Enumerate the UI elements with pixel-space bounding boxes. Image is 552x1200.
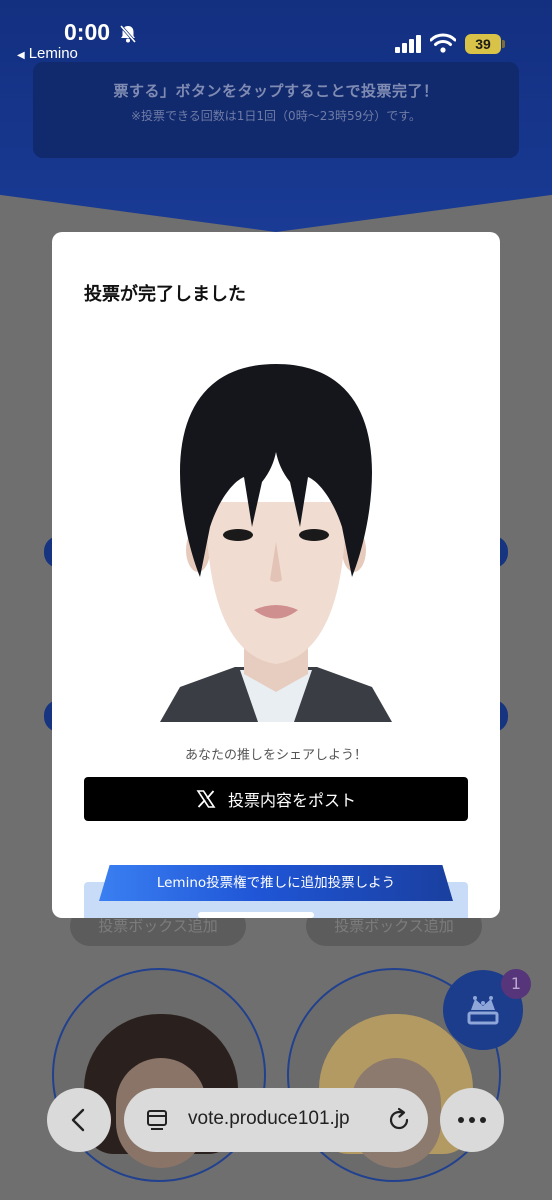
- browser-more-button[interactable]: [440, 1088, 504, 1152]
- vote-instructions-notice: 票する」ボタンをタップすることで投票完了！ ※投票できる回数は1日1回（0時〜2…: [33, 62, 519, 158]
- address-bar[interactable]: vote.produce101.jp: [124, 1088, 428, 1152]
- url-text: vote.produce101.jp: [188, 1108, 350, 1129]
- post-to-x-button[interactable]: 投票内容をポスト: [84, 777, 468, 821]
- notice-line-1: 票する」ボタンをタップすることで投票完了！: [113, 82, 439, 100]
- battery-tip: [502, 40, 505, 48]
- back-app-label: Lemino: [28, 45, 78, 62]
- wifi-icon: [430, 33, 456, 53]
- cellular-signal-icon: [395, 35, 421, 53]
- status-time: 0:00: [64, 19, 111, 45]
- x-logo-icon: [196, 790, 216, 808]
- status-bar: 0:00 ◀ Lemino 39: [0, 0, 552, 64]
- home-indicator: [198, 912, 314, 918]
- trainee-portrait: [160, 364, 392, 722]
- notice-line-2: ※投票できる回数は1日1回（0時〜23時59分）です。: [130, 109, 422, 123]
- more-icon: [458, 1117, 486, 1123]
- vote-box-count-badge: 1: [501, 969, 531, 999]
- vote-complete-modal: 投票が完了しました あなたの推しをシェアしよう！ 投票内容をポスト Lemino…: [52, 232, 500, 918]
- back-to-app-link[interactable]: ◀ Lemino: [17, 45, 78, 62]
- crown-box-icon: [467, 996, 499, 1025]
- chevron-left-icon: [71, 1108, 85, 1132]
- tab-icon: [147, 1110, 167, 1130]
- share-caption: あなたの推しをシェアしよう！: [184, 748, 367, 763]
- modal-title: 投票が完了しました: [84, 284, 246, 305]
- battery-level: 39: [465, 34, 501, 54]
- post-button-label: 投票内容をポスト: [227, 791, 356, 810]
- reload-icon[interactable]: [386, 1107, 412, 1133]
- bell-muted-icon: [119, 25, 137, 43]
- browser-back-button[interactable]: [47, 1088, 111, 1152]
- back-triangle-icon: ◀: [17, 50, 25, 61]
- lemino-additional-vote-banner[interactable]: Lemino投票権で推しに追加投票しよう: [99, 865, 453, 901]
